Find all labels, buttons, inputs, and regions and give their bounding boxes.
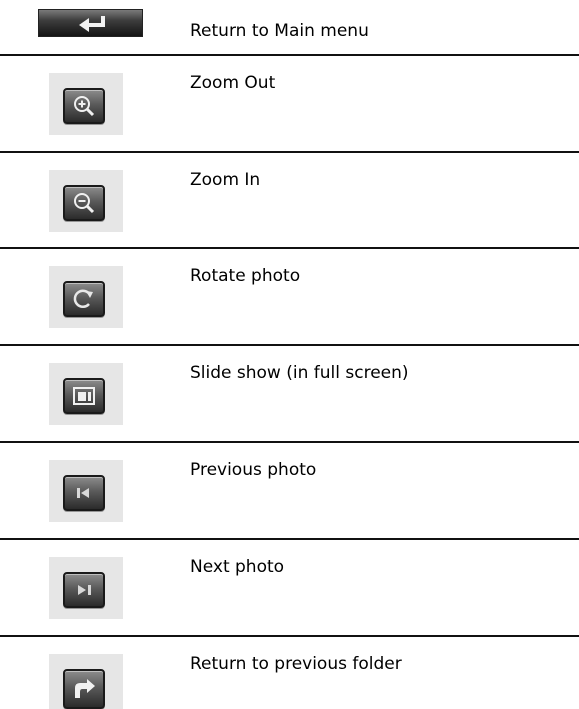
row-return-main-menu: Return to Main menu bbox=[0, 0, 579, 54]
rotate-icon-cell bbox=[49, 266, 123, 328]
return-previous-folder-label: Return to previous folder bbox=[190, 654, 402, 674]
zoom-out-icon-cell bbox=[49, 73, 123, 135]
next-icon-cell bbox=[49, 557, 123, 619]
slide-show-label: Slide show (in full screen) bbox=[190, 363, 409, 383]
zoom-in-icon bbox=[74, 193, 95, 214]
return-main-menu-button[interactable] bbox=[38, 9, 143, 37]
row-next-photo: Next photo bbox=[0, 540, 579, 634]
zoom-in-label: Zoom In bbox=[190, 170, 261, 190]
return-main-menu-label: Return to Main menu bbox=[190, 21, 369, 41]
rotate-photo-label: Rotate photo bbox=[190, 266, 301, 286]
return-arrow-icon bbox=[79, 16, 105, 32]
row-rotate-photo: Rotate photo bbox=[0, 249, 579, 343]
next-icon bbox=[78, 585, 91, 595]
row-slide-show: Slide show (in full screen) bbox=[0, 346, 579, 440]
row-return-previous-folder: Return to previous folder bbox=[0, 637, 579, 709]
previous-photo-label: Previous photo bbox=[190, 460, 317, 480]
row-zoom-in: Zoom In bbox=[0, 153, 579, 247]
slide-show-button[interactable] bbox=[63, 378, 105, 414]
return-previous-folder-button[interactable] bbox=[63, 669, 105, 709]
zoom-out-label: Zoom Out bbox=[190, 73, 276, 93]
folder-return-icon bbox=[75, 679, 95, 698]
previous-icon bbox=[77, 488, 89, 498]
next-photo-button[interactable] bbox=[63, 572, 105, 608]
zoom-in-button[interactable] bbox=[63, 185, 105, 221]
zoom-out-button[interactable] bbox=[63, 88, 105, 124]
slideshow-icon bbox=[73, 387, 95, 405]
row-zoom-out: Zoom Out bbox=[0, 56, 579, 150]
rotate-icon bbox=[73, 289, 93, 309]
rotate-photo-button[interactable] bbox=[63, 281, 105, 317]
zoom-in-icon-cell bbox=[49, 170, 123, 232]
next-photo-label: Next photo bbox=[190, 557, 285, 577]
slideshow-icon-cell bbox=[49, 363, 123, 425]
folder-return-icon-cell bbox=[49, 654, 123, 709]
zoom-out-icon bbox=[74, 96, 95, 117]
previous-photo-button[interactable] bbox=[63, 475, 105, 511]
previous-icon-cell bbox=[49, 460, 123, 522]
row-previous-photo: Previous photo bbox=[0, 443, 579, 537]
